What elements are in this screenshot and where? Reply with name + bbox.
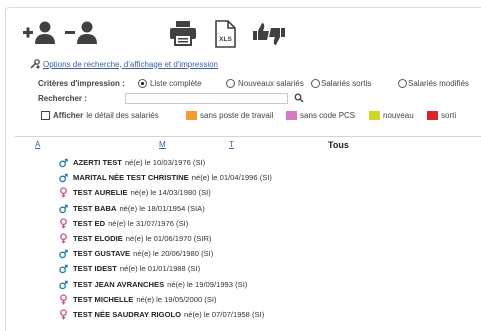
employee-row[interactable]: AZERTI TEST né(e) le 10/03/1976 (SI) <box>59 155 272 170</box>
radio-label: Salariés sortis <box>321 79 372 88</box>
radio-button[interactable] <box>311 79 320 88</box>
xls-file-icon[interactable]: XLS <box>213 20 237 50</box>
employee-row[interactable]: TEST JEAN AVRANCHES né(e) le 19/09/1993 (… <box>59 277 272 292</box>
details-label: le détail des salariés <box>86 111 159 120</box>
male-icon <box>59 203 68 214</box>
search-label: Rechercher : <box>38 94 87 103</box>
search-row: Rechercher : <box>38 94 87 103</box>
user-minus-icon[interactable] <box>65 20 101 48</box>
printer-icon[interactable] <box>169 20 197 48</box>
employee-birth: né(e) le 31/07/1976 (SI) <box>108 218 189 228</box>
radio-nouveaux[interactable]: Nouveaux salariés <box>226 79 304 88</box>
employee-name: TEST JEAN AVRANCHES <box>73 279 165 289</box>
employee-name: MARITAL NÉE TEST CHRISTINE <box>73 173 189 183</box>
details-toggle[interactable]: Afficher le détail des salariés <box>41 111 159 120</box>
employee-row[interactable]: TEST NÉE SAUDRAY RIGOLO né(e) le 07/07/19… <box>59 307 272 322</box>
options-row: Options de recherche, d'affichage et d'i… <box>30 58 218 70</box>
criteria-label: Critères d'impression : <box>38 79 125 88</box>
employee-birth: né(e) le 19/09/1993 (SI) <box>167 279 248 289</box>
employee-row[interactable]: TEST MICHELLE né(e) le 19/05/2000 (SI) <box>59 292 272 307</box>
employee-row[interactable]: MARITAL NÉE TEST CHRISTINE né(e) le 01/04… <box>59 170 272 185</box>
male-icon <box>59 279 68 290</box>
radio-label: Liste complète <box>150 79 202 88</box>
employee-name: TEST MICHELLE <box>73 294 134 304</box>
search-input[interactable] <box>125 93 288 104</box>
female-icon <box>59 187 68 198</box>
details-label-bold: Afficher <box>53 111 84 120</box>
male-icon <box>59 248 68 259</box>
male-icon <box>59 263 68 274</box>
employee-row[interactable]: TEST ELODIE né(e) le 01/06/1970 (SIR) <box>59 231 272 246</box>
employee-name: TEST AURELIE <box>73 188 128 198</box>
divider <box>15 136 481 137</box>
female-icon <box>59 218 68 229</box>
employee-birth: né(e) le 01/04/1996 (SI) <box>191 173 272 183</box>
employee-birth: né(e) le 01/06/1970 (SIR) <box>125 234 212 244</box>
female-icon <box>59 294 68 305</box>
employee-row[interactable]: TEST AURELIE né(e) le 14/03/1980 (SI) <box>59 185 272 200</box>
letter-filter-m[interactable]: M <box>159 140 166 149</box>
employee-birth: né(e) le 10/03/1976 (SI) <box>124 158 206 168</box>
letter-filter-t[interactable]: T <box>229 140 234 149</box>
thumbs-up-down-icon[interactable] <box>252 20 286 50</box>
letter-filter-a[interactable]: A <box>35 140 40 149</box>
employee-row[interactable]: TEST ED né(e) le 31/07/1976 (SI) <box>59 216 272 231</box>
radio-button[interactable] <box>398 79 407 88</box>
employee-row[interactable]: TEST GUSTAVE né(e) le 20/06/1980 (SI) <box>59 246 272 261</box>
female-icon <box>59 309 68 320</box>
legend-item: sans code PCS <box>286 111 355 120</box>
radio-label: Nouveaux salariés <box>238 79 304 88</box>
legend-swatch-yellow <box>369 111 380 120</box>
employee-name: TEST IDEST <box>73 264 117 274</box>
user-plus-icon[interactable] <box>23 20 59 48</box>
legend-swatch-orange <box>186 111 197 120</box>
male-icon <box>59 157 68 168</box>
wrench-gear-icon <box>30 59 40 69</box>
search-icon[interactable] <box>294 93 304 105</box>
legend-swatch-pink <box>286 111 297 120</box>
employee-row[interactable]: TEST IDEST né(e) le 01/01/1988 (SI) <box>59 261 272 276</box>
employee-name: TEST ED <box>73 218 106 228</box>
legend-item: sorti <box>427 111 456 120</box>
employee-name: AZERTI TEST <box>73 158 122 168</box>
employee-name: TEST BABA <box>73 203 117 213</box>
employee-birth: né(e) le 19/05/2000 (SI) <box>136 294 217 304</box>
legend-label: sorti <box>441 111 457 120</box>
radio-label: Salariés modifiés <box>408 79 469 88</box>
filter-title: Tous <box>328 140 349 150</box>
employee-birth: né(e) le 20/06/1980 (SI) <box>133 249 214 259</box>
radio-sortis[interactable]: Salariés sortis <box>311 79 371 88</box>
male-icon <box>59 172 68 183</box>
details-checkbox[interactable] <box>41 111 50 120</box>
xls-label: XLS <box>219 36 232 43</box>
legend-swatch-red <box>427 111 438 120</box>
employee-name: TEST GUSTAVE <box>73 249 131 259</box>
employee-birth: né(e) le 14/03/1980 (SI) <box>130 188 211 198</box>
legend-label: sans code PCS <box>300 111 356 120</box>
employee-birth: né(e) le 01/01/1988 (SI) <box>119 264 201 274</box>
criteria-row: Critères d'impression : <box>38 79 125 88</box>
legend-label: nouveau <box>383 111 414 120</box>
employee-row[interactable]: TEST BABA né(e) le 18/01/1954 (SIA) <box>59 201 272 216</box>
radio-button[interactable] <box>226 79 235 88</box>
employee-list: AZERTI TEST né(e) le 10/03/1976 (SI) MARIT… <box>59 155 272 322</box>
legend-item: nouveau <box>369 111 414 120</box>
radio-modifies[interactable]: Salariés modifiés <box>398 79 469 88</box>
employee-name: TEST ELODIE <box>73 234 123 244</box>
radio-button[interactable] <box>138 79 147 88</box>
radio-liste-complete[interactable]: Liste complète <box>138 79 202 88</box>
employee-name: TEST NÉE SAUDRAY RIGOLO <box>73 309 182 319</box>
legend-item: sans poste de travail <box>186 111 273 120</box>
employee-birth: né(e) le 18/01/1954 (SIA) <box>119 203 205 213</box>
options-link[interactable]: Options de recherche, d'affichage et d'i… <box>43 60 218 69</box>
employee-birth: né(e) le 07/07/1958 (SI) <box>184 309 265 319</box>
legend-label: sans poste de travail <box>200 111 274 120</box>
female-icon <box>59 233 68 244</box>
